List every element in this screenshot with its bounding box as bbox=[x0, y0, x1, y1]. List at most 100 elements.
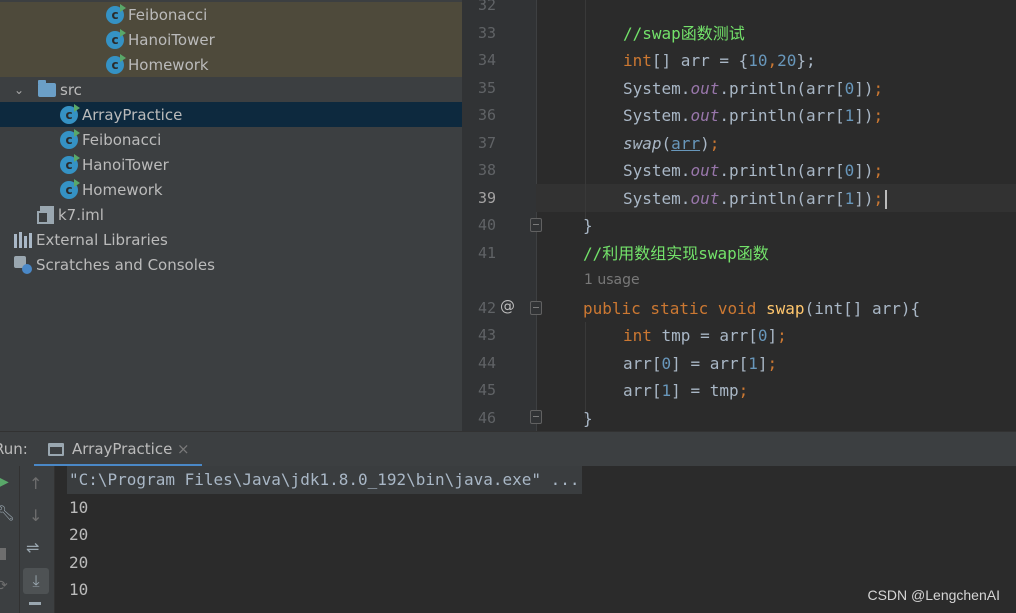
code-editor[interactable]: 32 33 34 35 36 37 38 39 40 41 42 43 44 4… bbox=[462, 0, 1016, 431]
code-line-38: System.out.println(arr[0]); bbox=[623, 157, 1016, 185]
line-number: 35 bbox=[477, 78, 496, 97]
indent-guide bbox=[585, 0, 586, 220]
tree-item-scratches[interactable]: Scratches and Consoles bbox=[0, 252, 462, 277]
code-line-37: swap(arr); bbox=[623, 130, 1016, 158]
code-field: out bbox=[690, 106, 720, 125]
restore-layout-icon[interactable]: ⟳ bbox=[0, 578, 8, 594]
code-number: 20 bbox=[777, 51, 797, 70]
line-number: 37 bbox=[477, 133, 496, 152]
soft-wrap-icon[interactable]: ⇌ bbox=[26, 538, 39, 557]
tree-item-label: Feibonacci bbox=[128, 5, 208, 24]
code-line-35: System.out.println(arr[0]); bbox=[623, 75, 1016, 103]
code-function-name: swap bbox=[766, 298, 805, 318]
tree-item-hanoitower-out[interactable]: HanoiTower bbox=[0, 27, 462, 52]
code-text: .println(arr[ bbox=[719, 78, 845, 98]
tree-item-homework-out[interactable]: Homework bbox=[0, 52, 462, 77]
project-tree-panel: Feibonacci HanoiTower Homework ⌄ src Arr… bbox=[0, 0, 462, 431]
code-text: arr[ bbox=[623, 353, 662, 373]
code-text: } bbox=[583, 408, 593, 428]
code-line-43: int tmp = arr[0]; bbox=[623, 322, 1016, 350]
code-keyword: int bbox=[623, 326, 662, 345]
tree-item-arraypractice[interactable]: ArrayPractice bbox=[0, 102, 462, 127]
tree-item-homework[interactable]: Homework bbox=[0, 177, 462, 202]
run-toolbar: Run: ArrayPractice × bbox=[0, 431, 1016, 467]
code-line-40: } bbox=[583, 212, 1016, 240]
tree-item-label: Homework bbox=[82, 180, 163, 199]
code-number: 1 bbox=[748, 353, 758, 373]
code-number: 10 bbox=[748, 51, 768, 70]
text-caret bbox=[885, 189, 888, 209]
code-text: ]) bbox=[854, 188, 874, 208]
code-comma: , bbox=[767, 51, 778, 70]
code-keyword: int bbox=[623, 51, 652, 70]
code-number: 1 bbox=[661, 381, 672, 400]
tree-item-label: src bbox=[60, 80, 82, 99]
tree-item-k7-iml[interactable]: k7.iml bbox=[0, 202, 462, 227]
watermark: CSDN @LengchenAI bbox=[867, 587, 1000, 603]
line-number: 33 bbox=[477, 23, 496, 42]
java-class-run-icon bbox=[60, 153, 80, 174]
console-command-line[interactable]: "C:\Program Files\Java\jdk1.8.0_192\bin\… bbox=[67, 466, 582, 494]
usage-hint[interactable]: 1 usage bbox=[584, 267, 640, 295]
code-line-46: } bbox=[583, 405, 1016, 432]
gutter-divider bbox=[536, 0, 537, 431]
tree-item-src[interactable]: ⌄ src bbox=[0, 77, 462, 102]
tree-item-label: Feibonacci bbox=[82, 130, 162, 149]
code-text: ]) bbox=[854, 106, 874, 125]
code-text: .println(arr[ bbox=[719, 161, 845, 180]
run-tab-arraypractice[interactable]: ArrayPractice × bbox=[34, 432, 202, 467]
code-line-39: System.out.println(arr[1]); bbox=[623, 185, 1016, 213]
chevron-down-icon[interactable]: ⌄ bbox=[14, 84, 24, 96]
print-icon[interactable] bbox=[29, 602, 41, 605]
code-text: ] = tmp bbox=[671, 381, 739, 400]
code-text: ]) bbox=[854, 161, 874, 180]
console-output-line: 20 bbox=[69, 552, 89, 572]
java-class-run-icon bbox=[60, 128, 80, 149]
code-semicolon: ; bbox=[873, 78, 884, 98]
code-line-33: //swap函数测试 bbox=[623, 20, 1016, 48]
tree-item-hanoitower[interactable]: HanoiTower bbox=[0, 152, 462, 177]
scratches-icon bbox=[14, 255, 32, 274]
scroll-to-end-icon[interactable]: ⤓ bbox=[23, 568, 49, 594]
arrow-down-icon[interactable]: ↓ bbox=[29, 506, 42, 525]
tree-item-external-libraries[interactable]: External Libraries bbox=[0, 227, 462, 252]
code-line-34: int[] arr = {10,20}; bbox=[623, 47, 1016, 75]
code-text: System. bbox=[623, 78, 691, 98]
tree-item-label: ArrayPractice bbox=[82, 105, 183, 124]
stop-icon[interactable] bbox=[0, 548, 6, 560]
fold-marker-icon[interactable] bbox=[530, 218, 542, 232]
code-text: ( bbox=[661, 133, 672, 153]
code-text: .println(arr[ bbox=[719, 106, 845, 125]
code-semicolon: ; bbox=[873, 106, 884, 125]
code-line-41: //利用数组实现swap函数 bbox=[583, 240, 1016, 268]
close-icon[interactable]: × bbox=[177, 440, 190, 458]
code-number: 0 bbox=[661, 353, 672, 373]
override-annotation-icon[interactable]: @ bbox=[500, 297, 515, 315]
fold-marker-icon[interactable] bbox=[530, 410, 542, 424]
code-text: arr[ bbox=[623, 381, 662, 400]
line-number: 45 bbox=[477, 381, 496, 399]
arrow-up-icon[interactable]: ↑ bbox=[29, 474, 42, 493]
wrench-icon[interactable]: 🔧︎ bbox=[0, 504, 15, 522]
tree-item-feibonacci[interactable]: Feibonacci bbox=[0, 127, 462, 152]
folder-icon bbox=[38, 79, 56, 97]
code-line-45: arr[1] = tmp; bbox=[623, 377, 1016, 405]
line-number: 46 bbox=[477, 408, 496, 427]
tree-item-label: Homework bbox=[128, 55, 209, 74]
code-field: out bbox=[690, 161, 720, 180]
tree-item-label: Scratches and Consoles bbox=[36, 255, 215, 274]
console-output-line: 20 bbox=[69, 525, 89, 544]
code-text: System. bbox=[623, 106, 691, 125]
module-file-icon bbox=[37, 205, 54, 224]
tree-item-feibonacci-out[interactable]: Feibonacci bbox=[0, 2, 462, 27]
code-variable-ref[interactable]: arr bbox=[671, 134, 700, 153]
java-class-run-icon bbox=[106, 3, 126, 24]
fold-marker-icon[interactable] bbox=[530, 301, 542, 315]
console-output-line: 10 bbox=[69, 580, 89, 599]
rerun-icon[interactable]: ▶ bbox=[0, 474, 9, 490]
code-semicolon: ; bbox=[738, 381, 749, 400]
code-method-call: swap bbox=[623, 133, 662, 153]
console-icon bbox=[48, 443, 64, 456]
code-line-36: System.out.println(arr[1]); bbox=[623, 102, 1016, 130]
code-text: (int[] arr){ bbox=[804, 298, 921, 318]
